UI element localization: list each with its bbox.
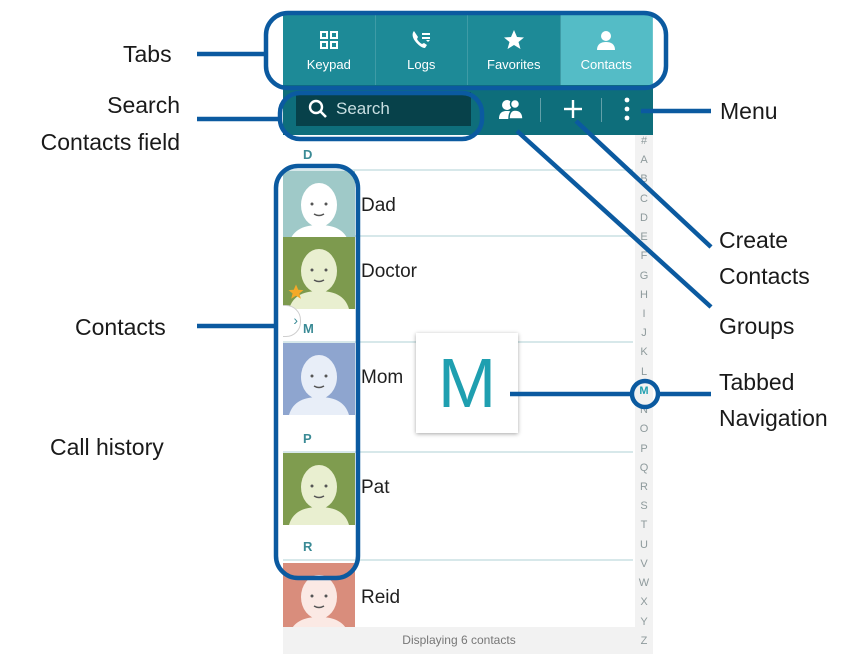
contacts-avatars-outline [273,163,361,581]
create-leader [574,119,713,249]
index-m-outline [629,378,661,410]
tabs-outline [263,10,669,91]
search-outline [277,90,485,142]
callout-annotations [197,10,713,581]
